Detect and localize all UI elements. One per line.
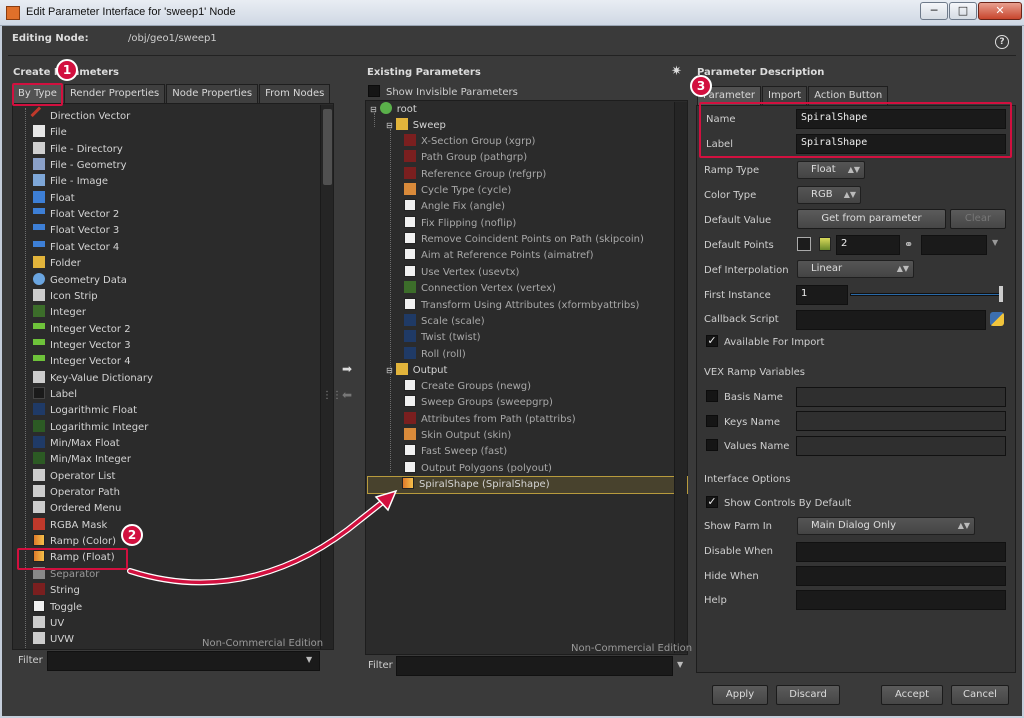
- annotation-arrow: [127, 489, 398, 586]
